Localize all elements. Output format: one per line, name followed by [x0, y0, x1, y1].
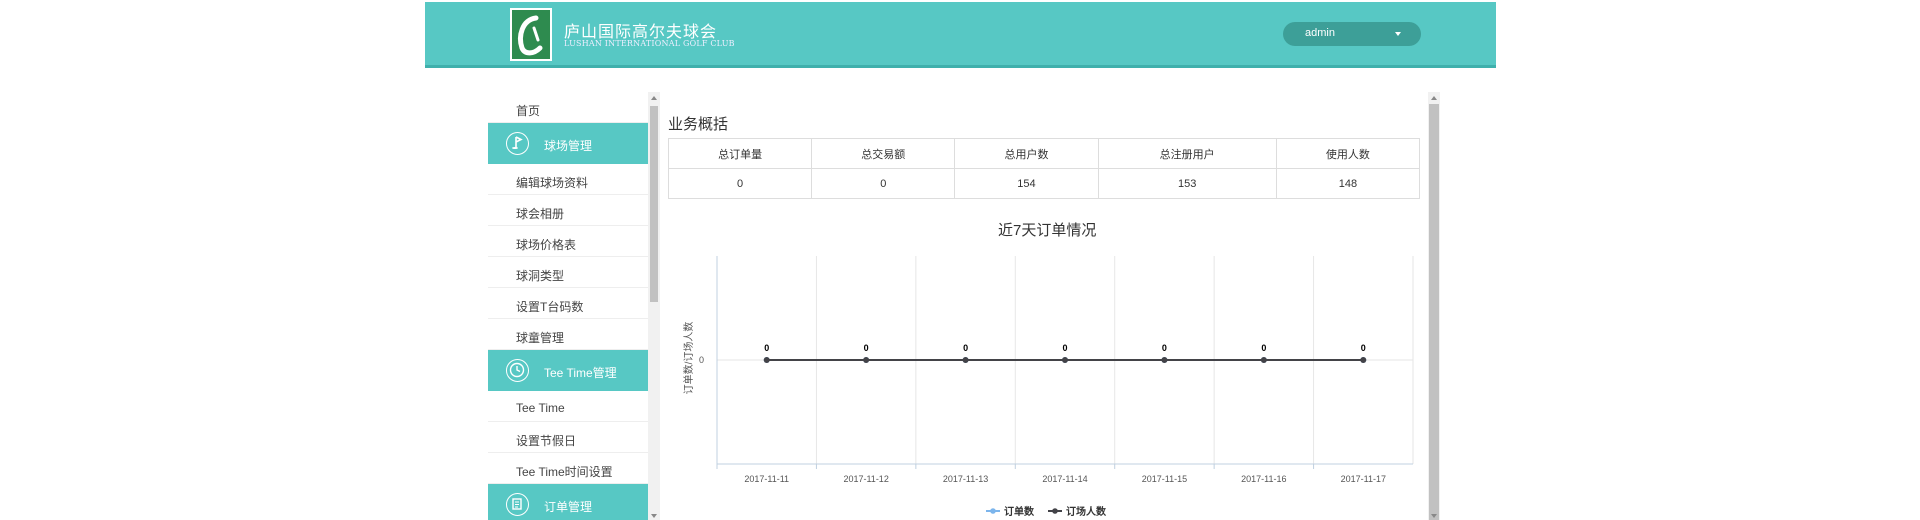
scroll-up-arrow-icon[interactable] — [651, 96, 657, 100]
sidebar-item-caddie-management[interactable]: 球童管理 — [488, 319, 648, 350]
sidebar-scroll-thumb[interactable] — [650, 106, 658, 302]
data-label: 0 — [864, 343, 869, 353]
data-point — [962, 357, 969, 363]
value-total-revenue: 0 — [811, 168, 956, 199]
x-tick-label: 2017-11-13 — [943, 474, 988, 484]
chevron-down-icon — [1395, 32, 1401, 36]
table-header-row: 总订单量 总交易额 总用户数 总注册用户 使用人数 — [667, 138, 1421, 169]
main-scroll-thumb[interactable] — [1429, 104, 1439, 520]
sidebar-item-tee-time[interactable]: Tee Time — [488, 391, 648, 422]
club-name-english: LUSHAN INTERNATIONAL GOLF CLUB — [564, 39, 735, 48]
user-menu-dropdown[interactable]: admin — [1283, 22, 1421, 46]
golf-flag-icon — [506, 132, 529, 155]
header-total-revenue: 总交易额 — [811, 138, 956, 169]
data-point — [1260, 357, 1267, 363]
y-tick-label: 0 — [699, 355, 704, 365]
header-registered-users: 总注册用户 — [1097, 138, 1277, 169]
value-active-users: 148 — [1275, 168, 1421, 199]
sidebar-item-club-album[interactable]: 球会相册 — [488, 195, 648, 226]
data-label: 0 — [963, 343, 968, 353]
x-tick-label: 2017-11-11 — [744, 474, 789, 484]
data-point — [763, 357, 770, 363]
header-total-users: 总用户数 — [954, 138, 1099, 169]
x-tick-label: 2017-11-17 — [1341, 474, 1386, 484]
data-label: 0 — [764, 343, 769, 353]
data-point — [863, 357, 870, 363]
value-total-orders: 0 — [667, 168, 813, 199]
sidebar-group-tee-time[interactable]: Tee Time管理 — [488, 350, 648, 391]
sidebar-item-price-list[interactable]: 球场价格表 — [488, 226, 648, 257]
sidebar-nav: 首页 球场管理 编辑球场资料 球会相册 球场价格表 球洞类型 设置T台码数 球童… — [488, 92, 648, 520]
data-point — [1062, 357, 1068, 363]
x-tick-label: 2017-11-16 — [1241, 474, 1286, 484]
legend-swatch-marker — [990, 508, 996, 514]
scroll-up-arrow-icon[interactable] — [1431, 96, 1437, 100]
main-scrollbar[interactable] — [1428, 92, 1440, 520]
legend-label: 订场人数 — [1066, 505, 1107, 518]
sidebar-group-course-management[interactable]: 球场管理 — [488, 123, 648, 164]
sidebar-item-tee-yardage[interactable]: 设置T台码数 — [488, 288, 648, 319]
x-tick-label: 2017-11-12 — [843, 474, 888, 484]
sidebar-item-tee-time-settings[interactable]: Tee Time时间设置 — [488, 453, 648, 484]
table-row: 0 0 154 153 148 — [667, 168, 1421, 199]
value-total-users: 154 — [954, 168, 1099, 199]
header-total-orders: 总订单量 — [667, 138, 813, 169]
overview-title: 业务概括 — [668, 116, 729, 133]
data-label: 0 — [1062, 343, 1067, 353]
header-active-users: 使用人数 — [1275, 138, 1421, 169]
x-tick-label: 2017-11-15 — [1142, 474, 1187, 484]
data-label: 0 — [1361, 343, 1366, 353]
y-axis-label: 订单数/订场人数 — [682, 322, 695, 395]
sidebar-item-home[interactable]: 首页 — [488, 92, 648, 123]
orders-line-chart: 订单数/订场人数 0 2017-11-11 2017-11-12 2017-11-13… — [682, 256, 1414, 518]
username: admin — [1305, 27, 1335, 39]
data-label: 0 — [1261, 343, 1266, 353]
document-icon — [506, 493, 529, 516]
legend-swatch-marker — [1052, 508, 1058, 514]
x-tick-label: 2017-11-14 — [1042, 474, 1087, 484]
sidebar-group-order-management[interactable]: 订单管理 — [488, 484, 648, 520]
sidebar-item-hole-types[interactable]: 球洞类型 — [488, 257, 648, 288]
overview-stats-table: 总订单量 总交易额 总用户数 总注册用户 使用人数 0 0 154 153 14… — [667, 138, 1421, 199]
scroll-down-arrow-icon[interactable] — [1431, 514, 1437, 518]
sidebar-item-edit-course[interactable]: 编辑球场资料 — [488, 164, 648, 195]
clock-icon — [506, 359, 529, 382]
sidebar-item-holidays[interactable]: 设置节假日 — [488, 422, 648, 453]
legend-item: 订场人数 — [1048, 505, 1107, 518]
club-logo — [510, 8, 552, 61]
value-registered-users: 153 — [1097, 168, 1277, 199]
sidebar-scrollbar[interactable] — [648, 92, 660, 520]
data-label: 0 — [1162, 343, 1167, 353]
data-point — [1161, 357, 1168, 363]
legend-item: 订单数 — [986, 505, 1035, 518]
scroll-down-arrow-icon[interactable] — [651, 514, 657, 518]
top-header: 庐山国际高尔夫球会 LUSHAN INTERNATIONAL GOLF CLUB… — [425, 2, 1496, 68]
data-point — [1360, 357, 1367, 363]
legend-label: 订单数 — [1004, 505, 1035, 518]
